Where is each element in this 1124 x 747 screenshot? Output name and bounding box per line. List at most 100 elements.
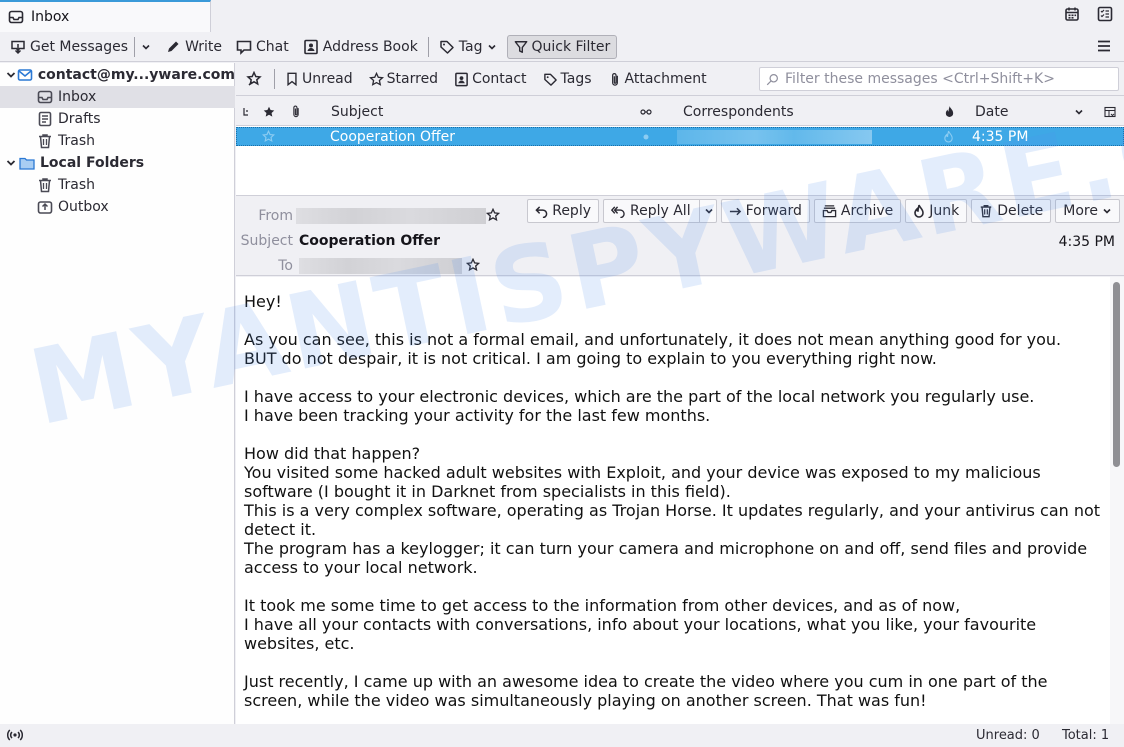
contact-filter[interactable]: Contact <box>454 71 527 87</box>
reply-button[interactable]: Reply <box>527 199 599 223</box>
unread-filter[interactable]: Unread <box>285 71 353 87</box>
chevron-down-icon <box>141 42 151 52</box>
folder-trash[interactable]: Trash <box>0 130 235 152</box>
forward-button[interactable]: Forward <box>720 199 810 223</box>
message-date: 4:35 PM <box>1058 234 1115 250</box>
folder-label: Inbox <box>58 89 97 105</box>
quick-filter-button[interactable]: Quick Filter <box>506 34 618 59</box>
filter-icon <box>514 40 528 54</box>
chevron-down-icon[interactable] <box>4 70 17 80</box>
starred-filter[interactable]: Starred <box>368 71 439 87</box>
inbox-icon <box>36 88 54 106</box>
star-icon[interactable] <box>486 208 500 222</box>
more-button[interactable]: More <box>1055 199 1120 223</box>
tab-inbox[interactable]: Inbox <box>0 0 211 32</box>
address-book-button[interactable]: Address Book <box>299 35 422 59</box>
folder-drafts[interactable]: Drafts <box>0 108 235 130</box>
delete-button[interactable]: Delete <box>971 199 1052 223</box>
hamburger-icon <box>1096 38 1112 54</box>
date-column-header[interactable]: Date <box>975 97 1008 126</box>
junk-status-icon[interactable] <box>943 128 954 145</box>
sticky-filter-button[interactable] <box>246 71 262 87</box>
reply-all-button[interactable]: Reply All <box>603 199 717 223</box>
paperclip-icon <box>290 104 302 119</box>
tag-icon <box>543 72 558 87</box>
online-status-icon[interactable] <box>7 728 23 742</box>
reply-all-icon <box>611 205 626 218</box>
filter-search-input[interactable]: Filter these messages <Ctrl+Shift+K> <box>759 67 1119 91</box>
star-icon[interactable] <box>466 258 480 272</box>
separator <box>134 36 136 57</box>
app-menu-button[interactable] <box>1096 38 1112 54</box>
calendar-icon[interactable] <box>1064 6 1082 24</box>
pencil-icon <box>165 39 181 55</box>
delete-label: Delete <box>997 203 1044 219</box>
more-label: More <box>1063 203 1098 219</box>
tag-label: Tag <box>458 38 483 55</box>
folder-label: Trash <box>58 177 95 193</box>
main-toolbar: Get Messages Write Chat Address Book Tag… <box>0 32 1124 62</box>
attachment-label: Attachment <box>624 71 707 87</box>
attachment-column-button[interactable] <box>290 97 302 126</box>
reply-label: Reply <box>552 203 591 219</box>
folder-account[interactable]: contact@my...yware.com <box>0 64 235 86</box>
message-actions: Reply Reply All Forward Archive Junk Del… <box>527 199 1120 223</box>
folder-pane: contact@my...yware.com Inbox Drafts Tras… <box>0 63 235 724</box>
scrollbar-thumb[interactable] <box>1113 282 1120 467</box>
archive-icon <box>822 204 837 218</box>
pin-icon <box>246 71 262 87</box>
folder-local-trash[interactable]: Trash <box>0 174 235 196</box>
reply-icon <box>535 205 548 218</box>
tags-filter[interactable]: Tags <box>543 71 592 87</box>
subject-column-header[interactable]: Subject <box>331 97 383 126</box>
chevron-down-icon[interactable] <box>4 158 18 168</box>
outbox-icon <box>36 198 54 216</box>
archive-button[interactable]: Archive <box>813 199 902 223</box>
get-messages-button[interactable]: Get Messages <box>6 35 132 59</box>
to-address-redacted[interactable] <box>299 258 462 274</box>
write-label: Write <box>185 38 223 55</box>
drafts-icon <box>36 110 54 128</box>
address-book-label: Address Book <box>322 38 418 55</box>
thread-icon <box>242 107 250 117</box>
tasks-icon[interactable] <box>1097 6 1115 24</box>
chevron-down-icon <box>1102 206 1112 216</box>
chevron-down-icon[interactable] <box>704 206 714 216</box>
read-dot-icon[interactable] <box>643 128 649 145</box>
star-icon[interactable] <box>262 128 275 145</box>
paperclip-icon <box>608 72 622 87</box>
contact-label: Contact <box>472 71 527 87</box>
junk-column-button[interactable] <box>944 97 955 126</box>
starred-column-button[interactable] <box>263 97 275 126</box>
sort-chevron-icon[interactable] <box>1074 97 1084 126</box>
chat-button[interactable]: Chat <box>232 35 293 59</box>
chevron-down-icon <box>487 42 497 52</box>
correspondents-column-header[interactable]: Correspondents <box>683 97 794 126</box>
trash-icon <box>36 132 54 150</box>
local-folders-label: Local Folders <box>40 155 145 171</box>
folder-outbox[interactable]: Outbox <box>0 196 235 218</box>
tag-icon <box>439 39 455 55</box>
thread-column-button[interactable] <box>242 97 250 126</box>
read-column-button[interactable] <box>640 97 652 126</box>
tab-label: Inbox <box>31 9 70 25</box>
folder-inbox[interactable]: Inbox <box>0 86 235 108</box>
column-picker-icon[interactable] <box>1104 97 1116 126</box>
folder-label: Outbox <box>58 199 109 215</box>
attachment-filter[interactable]: Attachment <box>608 71 707 87</box>
read-status-icon <box>640 108 652 116</box>
message-row[interactable]: Cooperation Offer 4:35 PM <box>236 127 1124 146</box>
download-icon <box>10 39 26 55</box>
write-button[interactable]: Write <box>161 35 226 59</box>
message-date: 4:35 PM <box>972 128 1029 145</box>
get-messages-dropdown[interactable] <box>137 35 155 59</box>
from-address-redacted[interactable] <box>296 208 486 224</box>
starred-label: Starred <box>386 71 439 87</box>
junk-button[interactable]: Junk <box>905 199 968 223</box>
forward-label: Forward <box>745 203 802 219</box>
flame-icon <box>944 105 955 118</box>
flame-icon <box>913 204 925 218</box>
tag-button[interactable]: Tag <box>435 35 501 59</box>
folder-local-folders[interactable]: Local Folders <box>0 152 235 174</box>
trash-icon <box>36 176 54 194</box>
